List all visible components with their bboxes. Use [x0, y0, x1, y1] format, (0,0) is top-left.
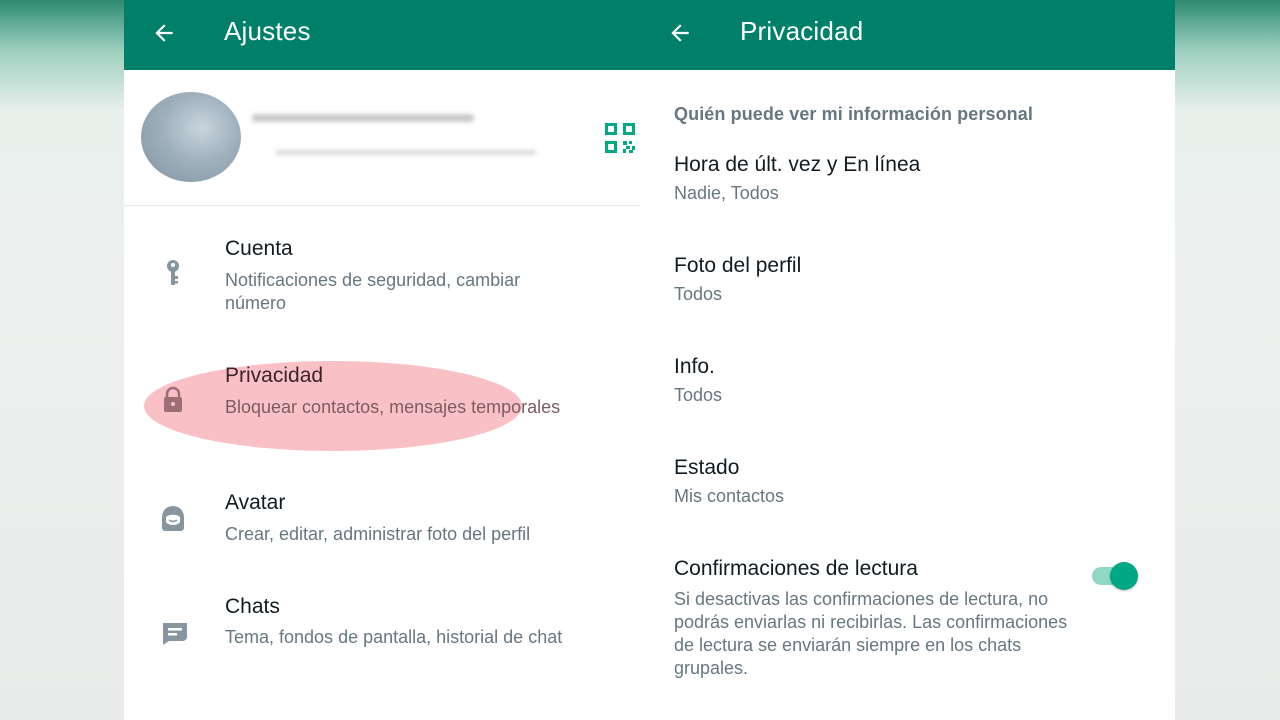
privacy-item-value: Todos — [674, 284, 723, 304]
privacy-item-title: Info. — [674, 355, 715, 378]
privacy-item-value: Nadie, Todos — [674, 183, 779, 203]
settings-item-title: Chats — [225, 595, 280, 618]
key-icon — [167, 260, 179, 285]
privacy-item-value: Todos — [674, 385, 723, 405]
privacy-item-title: Foto del perfil — [674, 254, 802, 277]
avatar-icon — [162, 506, 184, 531]
avatar[interactable] — [141, 92, 241, 182]
background-left — [0, 0, 124, 720]
privacy-item-title: Hora de últ. vez y En línea — [674, 153, 921, 176]
privacy-item-title: Confirmaciones de lectura — [674, 557, 918, 580]
arrow-left-icon[interactable] — [666, 20, 694, 46]
read-receipts-description: Si desactivas las confirmaciones de lect… — [674, 589, 1068, 678]
settings-item-title: Privacidad — [225, 364, 324, 387]
settings-item-subtitle: Tema, fondos de pantalla, historial de c… — [225, 627, 563, 647]
settings-item-title: Avatar — [225, 491, 286, 514]
settings-panel: Ajustes Cuenta Notificaciones de segurid… — [124, 0, 640, 720]
privacy-panel: Privacidad Quién puede ver mi informació… — [640, 0, 1175, 720]
section-header: Quién puede ver mi información personal — [674, 104, 1033, 124]
page-title: Ajustes — [224, 16, 311, 46]
privacy-item-value: Mis contactos — [674, 486, 785, 506]
background-right — [1175, 0, 1280, 720]
arrow-left-icon[interactable] — [150, 20, 178, 46]
toggle-knob — [1110, 562, 1138, 590]
privacy-item-title: Estado — [674, 456, 740, 479]
settings-item-title: Cuenta — [225, 237, 293, 260]
privacy-app-bar: Privacidad — [640, 0, 1175, 70]
profile-name-redacted — [252, 114, 474, 122]
qr-code-icon[interactable] — [604, 122, 636, 154]
profile-divider — [124, 205, 640, 206]
lock-icon — [164, 386, 182, 412]
read-receipts-toggle[interactable] — [1092, 562, 1138, 590]
settings-item-subtitle: Notificaciones de seguridad, cambiar núm… — [225, 270, 521, 313]
chat-icon — [163, 623, 187, 645]
settings-item-subtitle: Bloquear contactos, mensajes temporales — [225, 397, 561, 417]
page-title: Privacidad — [740, 16, 864, 46]
profile-status-redacted — [276, 150, 536, 155]
settings-app-bar: Ajustes — [124, 0, 640, 70]
settings-item-subtitle: Crear, editar, administrar foto del perf… — [225, 524, 531, 544]
